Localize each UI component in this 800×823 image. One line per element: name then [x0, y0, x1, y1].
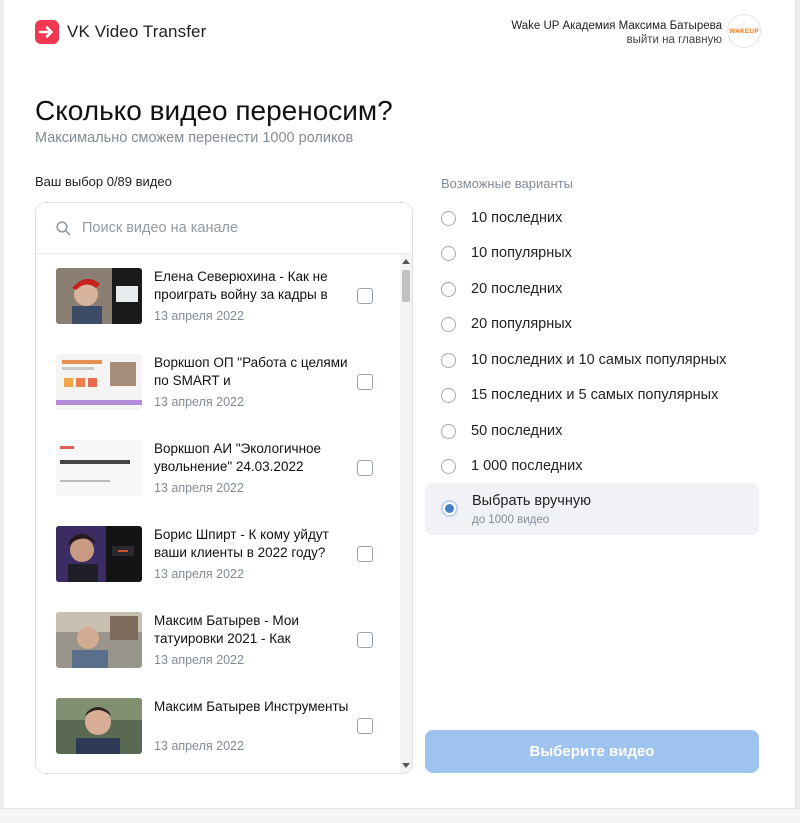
selection-count: Ваш выбор 0/89 видео: [35, 174, 172, 189]
option-label: 10 последних: [471, 210, 563, 226]
page-subtitle: Максимально сможем перенести 1000 ролико…: [35, 130, 354, 146]
video-item[interactable]: Воркшоп ОП "Работа с целями по SMART и 1…: [36, 340, 400, 426]
video-checkbox[interactable]: [357, 546, 373, 562]
option-15-latest-5-popular[interactable]: 15 последних и 5 самых популярных: [441, 383, 718, 407]
radio-button[interactable]: [441, 316, 456, 332]
video-item[interactable]: Максим Батырев Инструменты 13 апреля 202…: [36, 684, 400, 770]
option-label: Выбрать вручную: [472, 493, 591, 509]
option-label: 20 популярных: [471, 316, 572, 332]
radio-button[interactable]: [441, 352, 456, 368]
scroll-down-arrow-icon[interactable]: [402, 763, 410, 768]
option-1000-latest[interactable]: 1 000 последних: [441, 454, 583, 478]
radio-button[interactable]: [441, 281, 456, 297]
video-thumbnail: [56, 526, 142, 582]
option-label: 10 популярных: [471, 245, 572, 261]
video-title: Воркшоп ОП "Работа с целями по SMART и: [154, 355, 348, 388]
option-20-latest[interactable]: 20 последних: [441, 277, 562, 301]
account-info: Wake UP Академия Максима Батырева выйти …: [511, 19, 722, 47]
home-link[interactable]: выйти на главную: [511, 33, 722, 47]
video-item[interactable]: Воркшоп АИ "Экологичное увольнение" 24.0…: [36, 426, 400, 512]
video-list: Елена Северюхина - Как не проиграть войн…: [36, 254, 400, 773]
video-title: Воркшоп АИ "Экологичное увольнение" 24.0…: [154, 441, 322, 474]
video-checkbox[interactable]: [357, 374, 373, 390]
option-label: 20 последних: [471, 281, 563, 297]
radio-button[interactable]: [441, 387, 456, 403]
options-label: Возможные варианты: [441, 176, 573, 191]
avatar[interactable]: WAKEUP: [727, 14, 761, 48]
video-checkbox[interactable]: [357, 718, 373, 734]
radio-button-selected[interactable]: [441, 500, 458, 517]
video-title: Максим Батырев Инструменты: [154, 699, 349, 714]
video-date: 13 апреля 2022: [154, 567, 244, 581]
account-name: Wake UP Академия Максима Батырева: [511, 20, 722, 32]
page-title: Сколько видео переносим?: [35, 95, 393, 126]
video-thumbnail: [56, 440, 142, 496]
option-label: 1 000 последних: [471, 458, 583, 474]
option-manual-select[interactable]: Выбрать вручную до 1000 видео: [425, 483, 759, 535]
video-date: 13 апреля 2022: [154, 481, 244, 495]
video-date: 13 апреля 2022: [154, 739, 244, 753]
radio-button[interactable]: [441, 423, 456, 439]
option-sublabel: до 1000 видео: [472, 514, 550, 526]
option-50-latest[interactable]: 50 последних: [441, 419, 562, 443]
option-label: 10 последних и 10 самых популярных: [471, 352, 727, 368]
video-list-scrollbar[interactable]: [400, 254, 412, 773]
video-item[interactable]: Максим Батырев - Мои татуировки 2021 - К…: [36, 598, 400, 684]
video-checkbox[interactable]: [357, 632, 373, 648]
video-thumbnail: [56, 612, 142, 668]
bottom-strip: [0, 808, 800, 823]
option-10-latest-10-popular[interactable]: 10 последних и 10 самых популярных: [441, 348, 726, 372]
submit-button[interactable]: Выберите видео: [425, 730, 759, 773]
option-label: 15 последних и 5 самых популярных: [471, 387, 719, 403]
app-logo[interactable]: VK Video Transfer: [35, 20, 206, 44]
option-label: 50 последних: [471, 423, 563, 439]
option-20-popular[interactable]: 20 популярных: [441, 312, 572, 336]
vk-transfer-icon: [35, 20, 59, 44]
scroll-thumb[interactable]: [402, 270, 410, 302]
video-title: Борис Шпирт - К кому уйдут ваши клиенты …: [154, 527, 329, 560]
video-thumbnail: [56, 698, 142, 754]
search-bar: [36, 203, 412, 254]
video-checkbox[interactable]: [357, 460, 373, 476]
radio-button[interactable]: [441, 458, 456, 474]
video-item[interactable]: Елена Северюхина - Как не проиграть войн…: [36, 254, 400, 340]
option-10-popular[interactable]: 10 популярных: [441, 241, 572, 265]
video-date: 13 апреля 2022: [154, 395, 244, 409]
option-10-latest[interactable]: 10 последних: [441, 206, 562, 230]
video-thumbnail: [56, 268, 142, 324]
search-input[interactable]: [80, 219, 384, 237]
radio-button[interactable]: [441, 210, 456, 226]
video-item[interactable]: Борис Шпирт - К кому уйдут ваши клиенты …: [36, 512, 400, 598]
video-thumbnail: [56, 354, 142, 410]
video-checkbox[interactable]: [357, 288, 373, 304]
search-icon: [56, 220, 71, 235]
app-name: VK Video Transfer: [67, 22, 207, 41]
video-list-panel: Елена Северюхина - Как не проиграть войн…: [35, 202, 413, 774]
main-page: VK Video Transfer Wake UP Академия Макси…: [4, 0, 796, 808]
scroll-up-arrow-icon[interactable]: [402, 259, 410, 264]
video-date: 13 апреля 2022: [154, 309, 244, 323]
radio-button[interactable]: [441, 245, 456, 261]
video-title: Максим Батырев - Мои татуировки 2021 - К…: [154, 613, 299, 646]
video-title: Елена Северюхина - Как не проиграть войн…: [154, 269, 328, 302]
video-date: 13 апреля 2022: [154, 653, 244, 667]
avatar-logo-text: WAKEUP: [729, 27, 759, 35]
